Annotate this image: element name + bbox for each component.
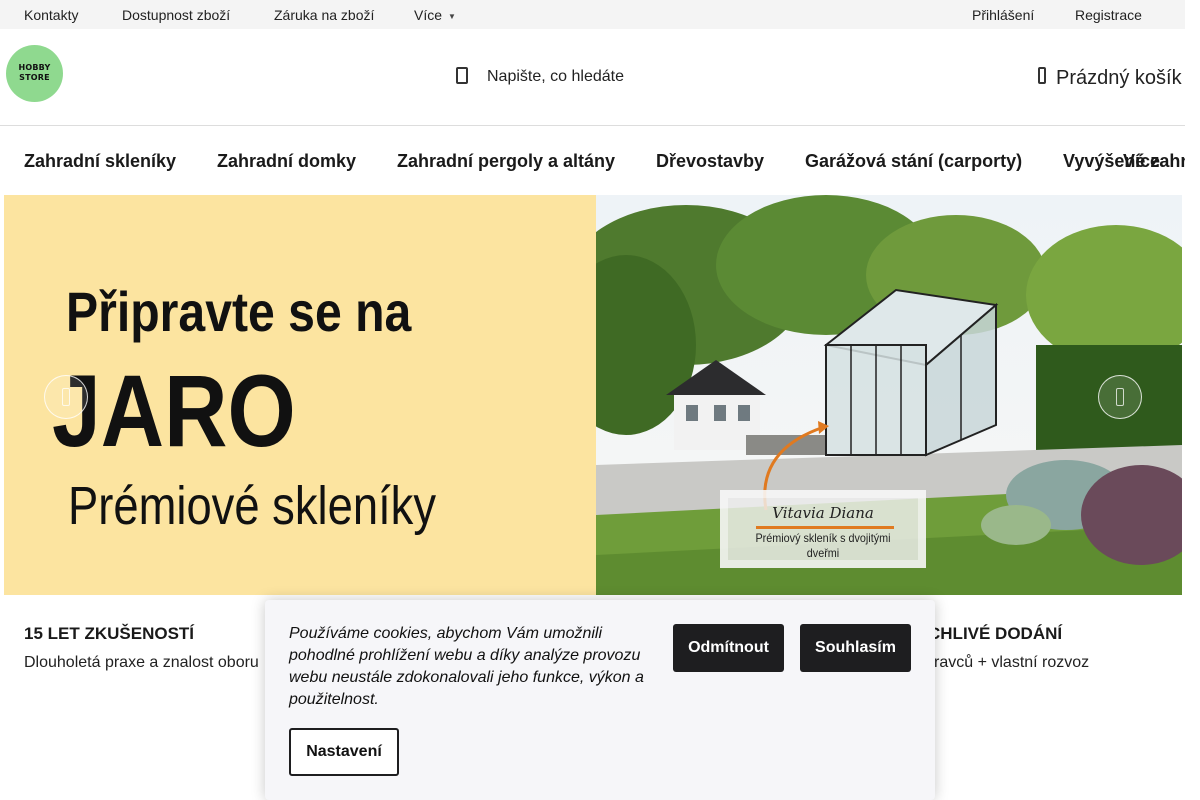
cart-label: Prázdný košík [1056,67,1182,89]
search-placeholder: Napište, co hledáte [487,68,624,85]
hero-greenhouse-photo: Vitavia Diana Prémiový skleník s dvojitý… [596,195,1182,595]
usp-text-delivery: ravců + vlastní rozvoz [934,654,1090,671]
register-link[interactable]: Registrace [1075,7,1142,23]
search-input[interactable]: Napište, co hledáte [450,61,670,91]
topbar-link-kontakty[interactable]: Kontakty [24,7,78,23]
product-name: Vitavia Diana [772,504,874,522]
search-icon [456,67,468,84]
cart-button[interactable]: Prázdný košík [1036,63,1186,93]
product-description-line2: dveřmi [806,546,840,560]
product-name-underline [756,526,894,529]
usp-text-experience: Dlouholetá praxe a znalost oboru [24,654,259,671]
logo-text-line1: HOBBY [18,63,51,72]
hero-promo-panel: Připravte se na JARO Prémiové skleníky [4,195,596,595]
product-caption-box: Vitavia Diana Prémiový skleník s dvojitý… [720,490,926,568]
hero-headline-line2: JARO [52,354,296,468]
product-description: Prémiový skleník s dvojitými dveřmi [738,531,909,561]
hero-banner[interactable]: Připravte se na JARO Prémiové skleníky V… [4,195,1182,595]
arrow-right-icon [1116,388,1124,406]
hero-headline-line3: Prémiové skleníky [68,476,437,536]
usp-title-experience: 15 LET ZKUŠENOSTÍ [24,624,195,643]
product-description-line1: Prémiový skleník s dvojitými [755,531,891,545]
carousel-next-button[interactable] [1098,375,1142,419]
cookie-consent-text: Používáme cookies, abychom Vám umožnili … [289,625,644,708]
usp-title-delivery: CHLIVÉ DODÁNÍ [928,624,1063,643]
arrow-left-icon [62,388,70,406]
cookie-decline-button[interactable]: Odmítnout [673,624,784,672]
category-garazova-stani[interactable]: Garážová stání (carporty) [805,151,1022,172]
cart-icon [1038,67,1046,84]
carousel-prev-button[interactable] [44,375,88,419]
site-header: HOBBY STORE Napište, co hledáte Prázdný … [0,29,1185,126]
cookie-consent-dialog: Používáme cookies, abychom Vám umožnili … [265,600,935,800]
category-drevostavby[interactable]: Dřevostavby [656,151,764,172]
logo-text-line2: STORE [19,73,50,82]
chevron-down-icon: ▼ [448,12,456,21]
category-zahradni-domky[interactable]: Zahradní domky [217,151,356,172]
category-zahradni-skleniky[interactable]: Zahradní skleníky [24,151,176,172]
topbar-more-menu[interactable]: Více ▼ [414,7,456,23]
topbar-link-zaruka[interactable]: Záruka na zboží [274,7,374,23]
cookie-settings-button[interactable]: Nastavení [289,728,399,776]
top-utility-bar: Kontakty Dostupnost zboží Záruka na zbož… [0,0,1185,29]
topbar-more-label: Více [414,7,443,23]
category-zahradni-pergoly[interactable]: Zahradní pergoly a altány [397,151,615,172]
store-logo[interactable]: HOBBY STORE [6,45,63,102]
category-more[interactable]: Více [1123,151,1160,172]
category-navigation: Zahradní skleníky Zahradní domky Zahradn… [0,127,1185,195]
cookie-accept-button[interactable]: Souhlasím [800,624,911,672]
login-link[interactable]: Přihlášení [972,7,1034,23]
hero-headline-line1: Připravte se na [66,280,412,343]
topbar-link-dostupnost[interactable]: Dostupnost zboží [122,7,230,23]
